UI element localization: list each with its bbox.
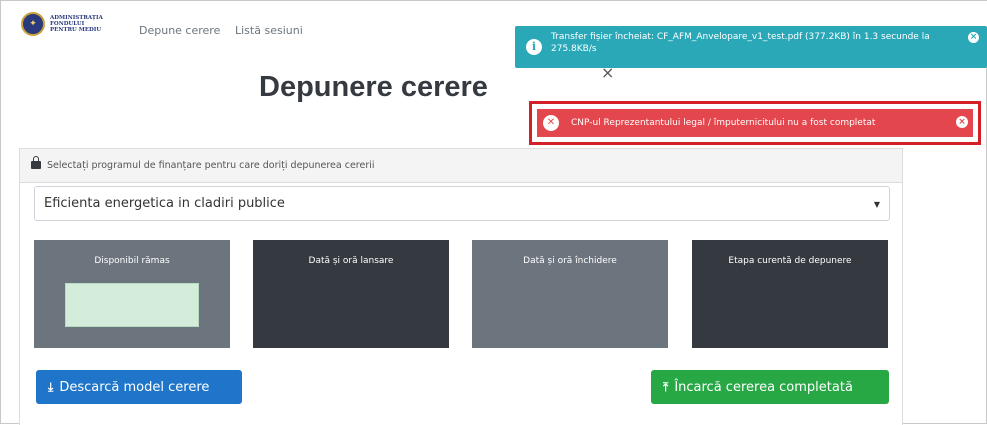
- upload-icon: ⤒: [663, 379, 669, 394]
- tile-available-remaining: Disponibil rămas: [34, 240, 230, 348]
- program-select-value: Eficienta energetica in cladiri publice: [44, 196, 285, 211]
- lock-icon: [31, 156, 41, 169]
- brand-logo[interactable]: ✦ ADMINISTRAȚIA FONDULUI PENTRU MEDIU: [21, 12, 103, 36]
- upload-request-button[interactable]: ⤒ Încarcă cererea completată: [651, 370, 889, 404]
- nav-link-lista-sesiuni[interactable]: Listă sesiuni: [235, 24, 303, 37]
- toast-info-message: Transfer fișier încheiat: CF_AFM_Anvelop…: [551, 32, 930, 54]
- program-card: Selectați programul de finanțare pentru …: [19, 148, 903, 425]
- available-amount-box: [65, 283, 199, 327]
- download-model-label: Descarcă model cerere: [59, 379, 210, 395]
- download-icon: ⤓: [48, 379, 54, 394]
- tile-label: Dată și oră închidere: [523, 256, 617, 266]
- nav-link-depune-cerere[interactable]: Depune cerere: [139, 24, 220, 37]
- app-window: ✦ ADMINISTRAȚIA FONDULUI PENTRU MEDIU De…: [0, 0, 987, 425]
- page-title: Depunere cerere: [259, 71, 488, 103]
- card-header: Selectați programul de finanțare pentru …: [20, 149, 902, 183]
- x-circle-icon: ✕: [543, 115, 559, 131]
- upload-request-label: Încarcă cererea completată: [674, 379, 853, 395]
- toast-error[interactable]: ✕ CNP-ul Reprezentantului legal / împute…: [529, 101, 981, 145]
- toast-error-message: CNP-ul Reprezentantului legal / împutern…: [571, 118, 876, 128]
- tile-current-stage: Etapa curentă de depunere: [692, 240, 888, 348]
- tile-label: Dată și oră lansare: [308, 256, 394, 266]
- tile-launch-datetime: Dată și oră lansare: [253, 240, 449, 348]
- brand-text: ADMINISTRAȚIA FONDULUI PENTRU MEDIU: [50, 15, 103, 33]
- download-model-button[interactable]: ⤓ Descarcă model cerere: [36, 370, 242, 404]
- afm-seal-icon: ✦: [21, 12, 45, 36]
- toast-close-icon[interactable]: ×: [968, 32, 979, 43]
- tile-label: Disponibil rămas: [94, 256, 170, 266]
- info-icon: i: [526, 39, 542, 55]
- toast-close-icon[interactable]: ×: [956, 116, 968, 128]
- card-header-text: Selectați programul de finanțare pentru …: [47, 160, 375, 171]
- program-select[interactable]: Eficienta energetica in cladiri publice …: [34, 186, 890, 221]
- tile-close-datetime: Dată și oră închidere: [472, 240, 668, 348]
- tile-label: Etapa curentă de depunere: [728, 256, 852, 266]
- toast-info[interactable]: i Transfer fișier încheiat: CF_AFM_Anvel…: [515, 26, 987, 68]
- chevron-down-icon: ▼: [873, 200, 880, 209]
